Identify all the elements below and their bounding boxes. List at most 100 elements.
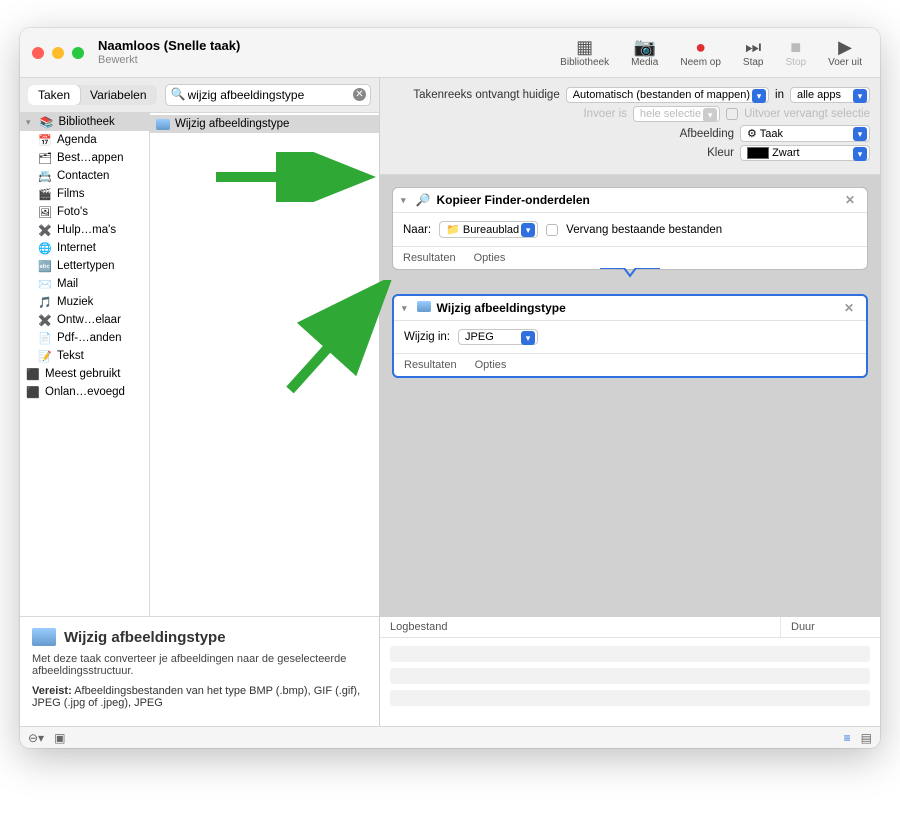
run-button[interactable]: ▶Voer uit xyxy=(828,37,862,68)
actions-list: Wijzig afbeeldingstype xyxy=(150,113,379,616)
workflow-canvas[interactable]: ▾ 🔎 Kopieer Finder-onderdelen ✕ Naar: 📁 … xyxy=(380,175,880,616)
library-item-label: Lettertypen xyxy=(57,260,115,272)
output-replaces-checkbox xyxy=(726,108,738,120)
category-icon: ✖️ xyxy=(38,313,52,327)
category-icon: 🎵 xyxy=(38,295,52,309)
log-view-list-button[interactable]: ≡ xyxy=(844,731,851,745)
in-app-select[interactable]: alle apps▾ xyxy=(790,87,870,103)
results-button[interactable]: Resultaten xyxy=(404,359,457,371)
replace-existing-checkbox[interactable] xyxy=(546,224,558,236)
media-icon: 📷 xyxy=(631,37,658,57)
category-icon: 🗂 xyxy=(38,151,52,165)
library-item[interactable]: 🗂 Best…appen xyxy=(20,149,149,167)
to-label: Naar: xyxy=(403,224,431,236)
category-icon: 🌐 xyxy=(38,241,52,255)
smart-folder-icon: ⬛ xyxy=(26,367,40,381)
finder-icon: 🔎 xyxy=(416,193,431,207)
description-panel: Wijzig afbeeldingstype Met deze taak con… xyxy=(20,616,379,726)
library-item[interactable]: 📄Pdf-…anden xyxy=(20,329,149,347)
tab-actions[interactable]: Taken xyxy=(28,85,80,105)
color-label: Kleur xyxy=(707,147,734,159)
library-item[interactable]: 📇 Contacten xyxy=(20,167,149,185)
library-item-label: Contacten xyxy=(57,170,109,182)
library-item-label: Ontw…elaar xyxy=(57,314,121,326)
category-icon: 📝 xyxy=(38,349,52,363)
zoom-button[interactable] xyxy=(72,47,84,59)
library-item-label: Agenda xyxy=(57,134,97,146)
library-item[interactable]: 🎵Muziek xyxy=(20,293,149,311)
category-icon: ✉️ xyxy=(38,277,52,291)
gear-menu-button[interactable]: ⊖▾ xyxy=(28,731,44,745)
category-icon: 📄 xyxy=(38,331,52,345)
receives-label: Takenreeks ontvangt huidige xyxy=(413,89,559,101)
library-item-label: Internet xyxy=(57,242,96,254)
chevron-down-icon: ▾ xyxy=(521,223,535,237)
library-item[interactable]: 🔤Lettertypen xyxy=(20,257,149,275)
receives-select[interactable]: Automatisch (bestanden of mappen)▾ xyxy=(566,87,769,103)
action-copy-finder-items[interactable]: ▾ 🔎 Kopieer Finder-onderdelen ✕ Naar: 📁 … xyxy=(392,187,868,270)
library-item-label: Onlan…evoegd xyxy=(45,386,125,398)
remove-action-button[interactable]: ✕ xyxy=(841,193,859,207)
preview-app-icon xyxy=(417,301,431,315)
preview-app-icon xyxy=(156,117,170,131)
image-type-select[interactable]: JPEG▾ xyxy=(458,329,538,345)
library-item[interactable]: ✉️Mail xyxy=(20,275,149,293)
log-col-duration[interactable]: Duur xyxy=(780,617,880,637)
tab-variables[interactable]: Variabelen xyxy=(80,85,156,105)
step-button[interactable]: ⏭Stap xyxy=(743,37,764,68)
close-button[interactable] xyxy=(32,47,44,59)
disclosure-icon[interactable]: ▾ xyxy=(402,303,407,314)
status-bar: ⊖▾ ▣ ≡ ▤ xyxy=(20,726,880,748)
remove-action-button[interactable]: ✕ xyxy=(840,301,858,315)
automator-window: Naamloos (Snelle taak) Bewerkt ▦Biblioth… xyxy=(20,28,880,748)
action-item[interactable]: Wijzig afbeeldingstype xyxy=(150,115,379,133)
library-root[interactable]: ▾ 📚 Bibliotheek xyxy=(20,113,149,131)
disclosure-icon: ▾ xyxy=(26,117,31,128)
input-label: Invoer is xyxy=(583,108,626,120)
log-col-log[interactable]: Logbestand xyxy=(380,617,780,637)
category-icon: 📅 xyxy=(38,133,52,147)
category-icon: 🖼 xyxy=(38,205,52,219)
window-subtitle: Bewerkt xyxy=(98,54,560,66)
library-item[interactable]: ✖️Hulp…ma's xyxy=(20,221,149,239)
library-icon: 📚 xyxy=(40,115,54,129)
options-button[interactable]: Opties xyxy=(474,252,506,264)
image-select[interactable]: ⚙ Taak▾ xyxy=(740,125,870,142)
chevron-down-icon: ▾ xyxy=(853,89,867,103)
library-item[interactable]: 📝Tekst xyxy=(20,347,149,365)
smart-folder-icon: ⬛ xyxy=(26,385,40,399)
library-button[interactable]: ▦Bibliotheek xyxy=(560,37,609,68)
search-input[interactable] xyxy=(165,84,371,106)
destination-select[interactable]: 📁 Bureaublad▾ xyxy=(439,221,538,238)
in-label: in xyxy=(775,89,784,101)
color-select[interactable]: Zwart▾ xyxy=(740,145,870,161)
library-item-label: Best…appen xyxy=(57,152,124,164)
minimize-button[interactable] xyxy=(52,47,64,59)
library-item[interactable]: 📅 Agenda xyxy=(20,131,149,149)
chevron-down-icon: ▾ xyxy=(853,127,867,141)
chevron-down-icon: ▾ xyxy=(703,108,717,122)
log-panel: Logbestand Duur xyxy=(380,616,880,726)
view-segment: Taken Variabelen xyxy=(28,85,157,105)
library-item-label: Foto's xyxy=(57,206,88,218)
library-icon: ▦ xyxy=(560,37,609,57)
library-list: ▾ 📚 Bibliotheek 📅 Agenda 🗂 Best…appen 📇 Conta… xyxy=(20,113,150,616)
disclosure-icon[interactable]: ▾ xyxy=(401,195,406,206)
run-icon: ▶ xyxy=(828,37,862,57)
library-smart-folder[interactable]: ⬛Meest gebruikt xyxy=(20,365,149,383)
chevron-down-icon: ▾ xyxy=(752,89,766,103)
library-smart-folder[interactable]: ⬛ Onlan…evoegd xyxy=(20,383,149,401)
library-item[interactable]: 🖼 Foto's xyxy=(20,203,149,221)
media-button[interactable]: 📷Media xyxy=(631,37,658,68)
library-item[interactable]: 🎬Films xyxy=(20,185,149,203)
log-view-grid-button[interactable]: ▤ xyxy=(861,731,872,745)
variables-panel-button[interactable]: ▣ xyxy=(54,731,65,745)
options-button[interactable]: Opties xyxy=(475,359,507,371)
category-icon: 📇 xyxy=(38,169,52,183)
results-button[interactable]: Resultaten xyxy=(403,252,456,264)
record-button[interactable]: ●Neem op xyxy=(680,37,721,68)
action-change-image-type[interactable]: ▾ Wijzig afbeeldingstype ✕ Wijzig in: JP… xyxy=(392,294,868,378)
library-item[interactable]: ✖️ Ontw…elaar xyxy=(20,311,149,329)
clear-search-button[interactable]: ✕ xyxy=(353,88,366,101)
library-item[interactable]: 🌐 Internet xyxy=(20,239,149,257)
